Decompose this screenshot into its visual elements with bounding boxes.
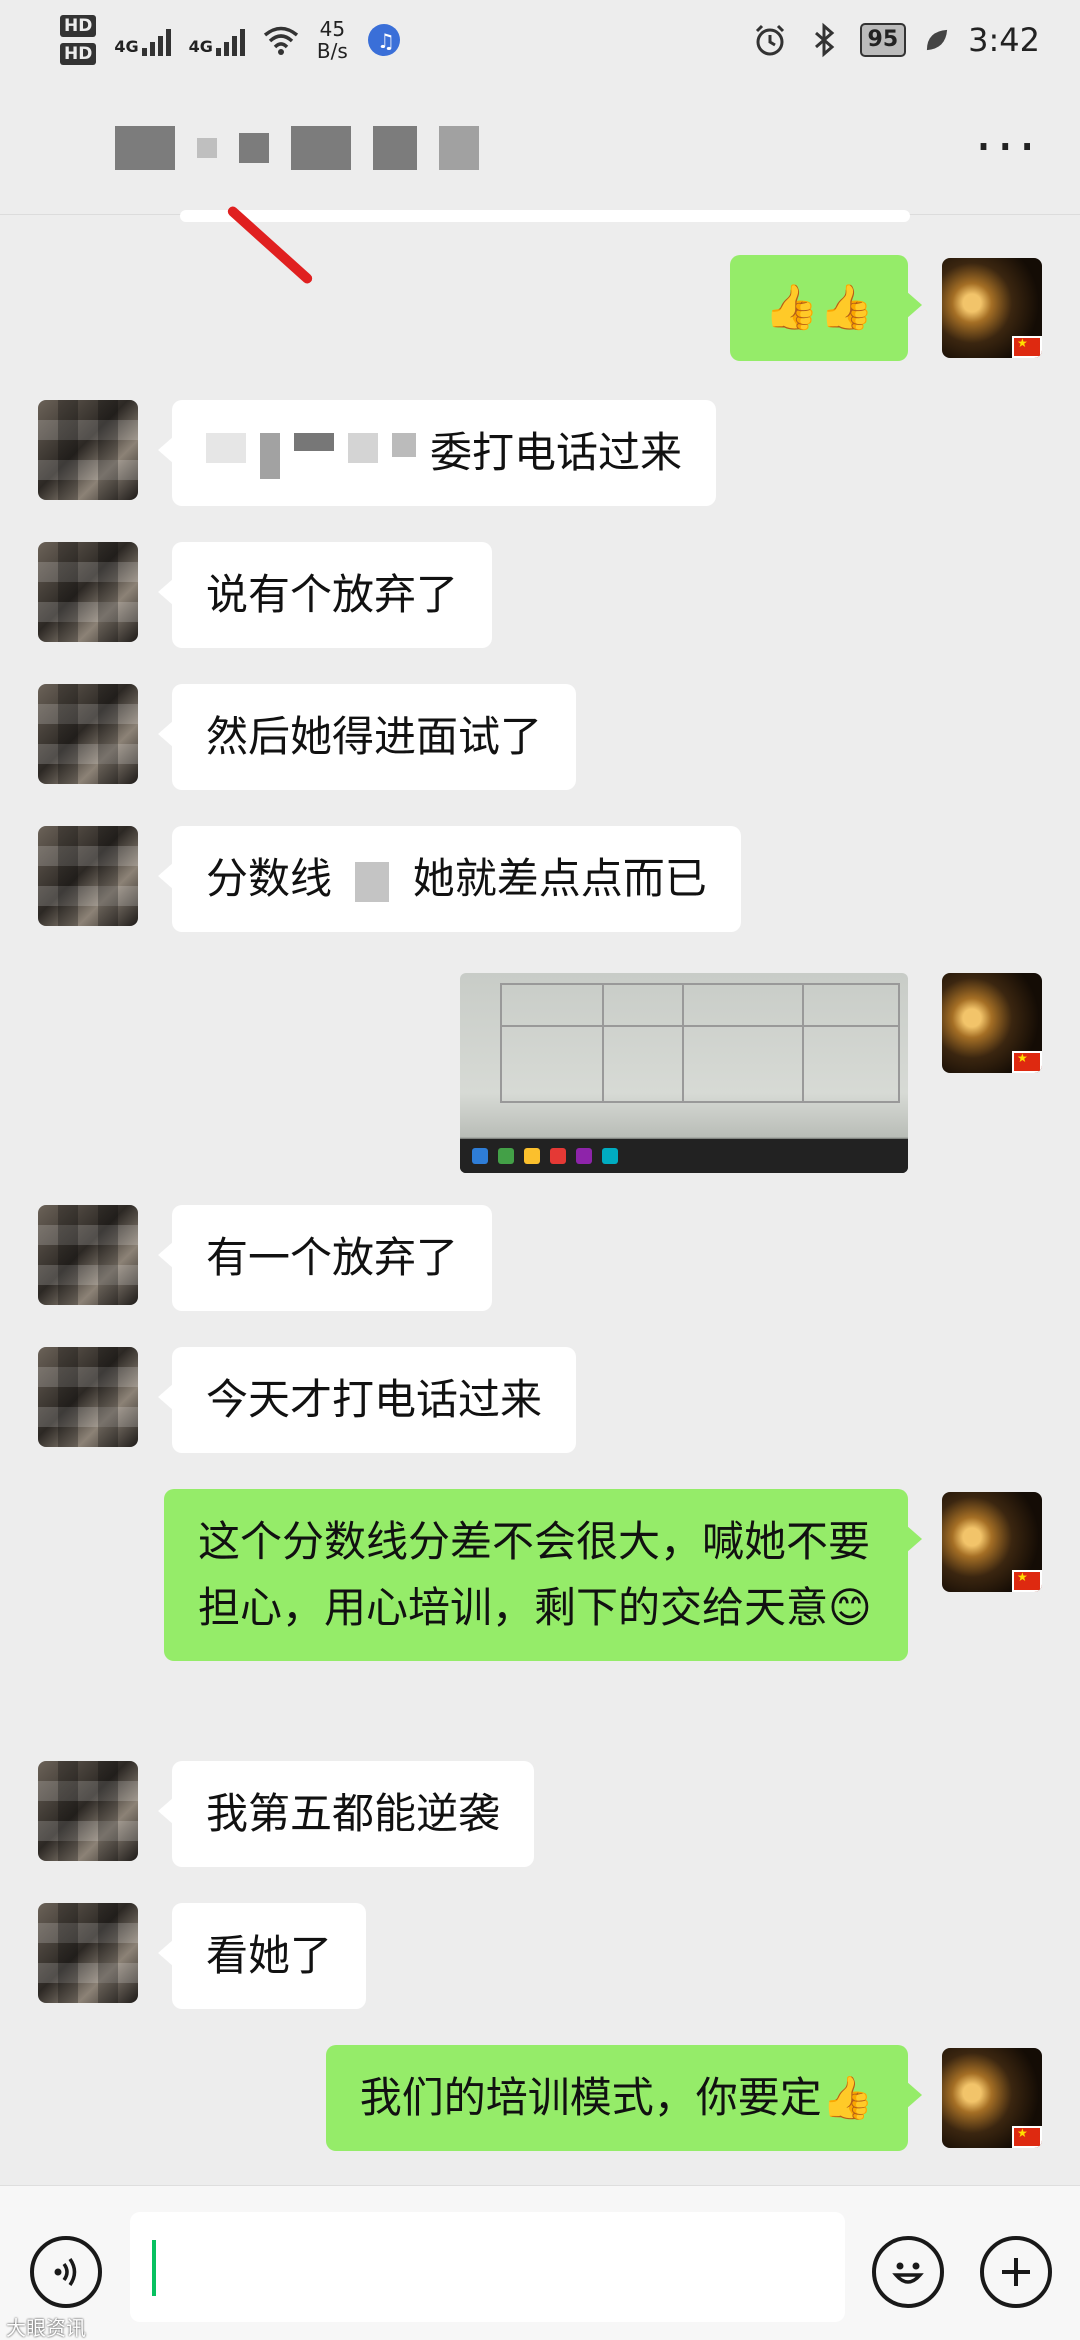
hd-badge-2: HD xyxy=(60,43,97,65)
message-text: 看她了 xyxy=(206,1931,333,1980)
china-flag-icon xyxy=(1012,336,1042,358)
watermark: 大眼资讯 xyxy=(6,2316,86,2340)
network-speed: 45 B/s xyxy=(317,18,348,62)
message-bubble-out[interactable]: 这个分数线分差不会很大，喊她不要担心，用心培训，剩下的交给天意😊 xyxy=(164,1489,922,1661)
message-bubble-in[interactable]: 分数线 她就差点点而已 xyxy=(158,826,741,932)
message-bubble-out[interactable]: 我们的培训模式，你要定👍 xyxy=(325,2045,923,2151)
redaction-block xyxy=(439,125,479,170)
message-row: 分数线 她就差点点而已 xyxy=(0,826,1080,936)
avatar-friend[interactable] xyxy=(38,826,138,926)
signal-2: 4G xyxy=(189,24,245,56)
image-taskbar xyxy=(460,1139,908,1173)
wifi-icon xyxy=(263,26,298,55)
avatar-friend[interactable] xyxy=(38,1903,138,2003)
message-text-part-a: 分数线 xyxy=(206,854,333,903)
message-row: 我们的培训模式，你要定👍 xyxy=(0,2045,1080,2155)
redaction-block xyxy=(115,125,175,170)
message-text: 委打电话过来 xyxy=(430,428,683,477)
chat-header: ··· xyxy=(0,80,1080,215)
avatar-self[interactable] xyxy=(942,258,1042,358)
redaction-blocks xyxy=(206,432,416,479)
message-bubble-in[interactable]: 有一个放弃了 xyxy=(157,1205,493,1311)
redaction-blocks xyxy=(355,861,390,902)
avatar-friend[interactable] xyxy=(38,1205,138,1305)
message-row: 看她了 xyxy=(0,1903,1080,2013)
image-message[interactable] xyxy=(460,973,908,1173)
music-app-icon: ♫ xyxy=(367,24,400,56)
message-bubble-in[interactable]: 委打电话过来 xyxy=(157,400,717,506)
message-text: 这个分数线分差不会很大，喊她不要担心，用心培训，剩下的交给天意😊 xyxy=(198,1517,872,1632)
emoji-button[interactable] xyxy=(872,2236,944,2308)
hd-badge-1: HD xyxy=(60,15,97,37)
redaction-block xyxy=(239,132,269,163)
bluetooth-icon xyxy=(814,22,834,58)
leaf-icon xyxy=(927,29,948,51)
hd-indicators: HD HD xyxy=(60,15,97,65)
message-bubble-in[interactable]: 我第五都能逆袭 xyxy=(157,1761,535,1867)
message-row: 委打电话过来 xyxy=(0,400,1080,510)
network-type-2: 4G xyxy=(188,37,213,56)
status-right: 95 3:42 xyxy=(752,21,1040,59)
thumbs-up-icon: 👍👍 xyxy=(764,282,874,333)
alarm-icon xyxy=(755,24,784,56)
smiley-icon xyxy=(892,2262,924,2284)
message-row: 👍👍 xyxy=(0,255,1080,365)
signal-bars-icon xyxy=(215,24,245,56)
message-bubble-in[interactable]: 看她了 xyxy=(157,1903,367,2009)
message-bubble-out[interactable]: 👍👍 xyxy=(730,255,922,361)
message-row: 然后她得进面试了 xyxy=(0,684,1080,794)
message-text: 我第五都能逆袭 xyxy=(206,1789,501,1838)
avatar-friend[interactable] xyxy=(38,400,138,500)
message-row xyxy=(0,970,1080,1175)
message-text-part-b: 她就差点点而已 xyxy=(412,854,707,903)
china-flag-icon xyxy=(1012,2126,1042,2148)
chat-title-redacted xyxy=(115,113,479,183)
battery-level: 95 xyxy=(859,23,907,57)
message-input[interactable] xyxy=(130,2212,845,2322)
message-row: 这个分数线分差不会很大，喊她不要担心，用心培训，剩下的交给天意😊 xyxy=(0,1489,1080,1729)
message-text: 我们的培训模式，你要定👍 xyxy=(359,2073,874,2122)
message-text: 有一个放弃了 xyxy=(206,1233,459,1282)
svg-text:♫: ♫ xyxy=(377,29,395,53)
avatar-friend[interactable] xyxy=(38,684,138,784)
avatar-self[interactable] xyxy=(942,973,1042,1073)
plus-button[interactable] xyxy=(980,2236,1052,2308)
china-flag-icon xyxy=(1012,1570,1042,1592)
message-list[interactable]: 👍👍 委打电话过来 说有个放弃了 然后她得进面试了 分数线 她就差点点而已 xyxy=(0,215,1080,2185)
avatar-self[interactable] xyxy=(942,2048,1042,2148)
voice-icon xyxy=(54,2258,77,2286)
message-row: 今天才打电话过来 xyxy=(0,1347,1080,1457)
message-text: 今天才打电话过来 xyxy=(206,1375,543,1424)
image-table-content xyxy=(500,983,900,1103)
china-flag-icon xyxy=(1012,1051,1042,1073)
message-bubble-in[interactable]: 说有个放弃了 xyxy=(157,542,493,648)
message-text: 说有个放弃了 xyxy=(206,570,459,619)
redaction-block xyxy=(291,125,351,170)
network-speed-value: 45 xyxy=(319,17,346,41)
avatar-friend[interactable] xyxy=(38,542,138,642)
signal-1: 4G xyxy=(114,24,171,56)
redaction-block xyxy=(197,137,217,158)
network-speed-unit: B/s xyxy=(316,39,348,63)
plus-icon xyxy=(1002,2258,1030,2286)
more-options-button[interactable]: ··· xyxy=(975,119,1040,176)
message-row: 我第五都能逆袭 xyxy=(0,1761,1080,1871)
signal-bars-icon xyxy=(141,24,171,56)
avatar-self[interactable] xyxy=(942,1492,1042,1592)
redaction-block xyxy=(373,125,417,170)
message-bubble-in[interactable]: 然后她得进面试了 xyxy=(157,684,577,790)
avatar-friend[interactable] xyxy=(38,1347,138,1447)
network-type-1: 4G xyxy=(114,37,139,56)
message-row: 有一个放弃了 xyxy=(0,1205,1080,1315)
input-bar xyxy=(0,2185,1080,2340)
avatar-friend[interactable] xyxy=(38,1761,138,1861)
message-bubble-in[interactable]: 今天才打电话过来 xyxy=(157,1347,577,1453)
clock: 3:42 xyxy=(968,21,1040,59)
status-bar: HD HD 4G 4G 45 B/s ♫ 95 3:42 xyxy=(0,0,1080,80)
status-left: HD HD 4G 4G 45 B/s ♫ xyxy=(60,15,402,65)
message-row: 说有个放弃了 xyxy=(0,542,1080,652)
message-text: 然后她得进面试了 xyxy=(206,712,543,761)
text-caret xyxy=(152,2240,156,2296)
voice-button[interactable] xyxy=(30,2236,102,2308)
